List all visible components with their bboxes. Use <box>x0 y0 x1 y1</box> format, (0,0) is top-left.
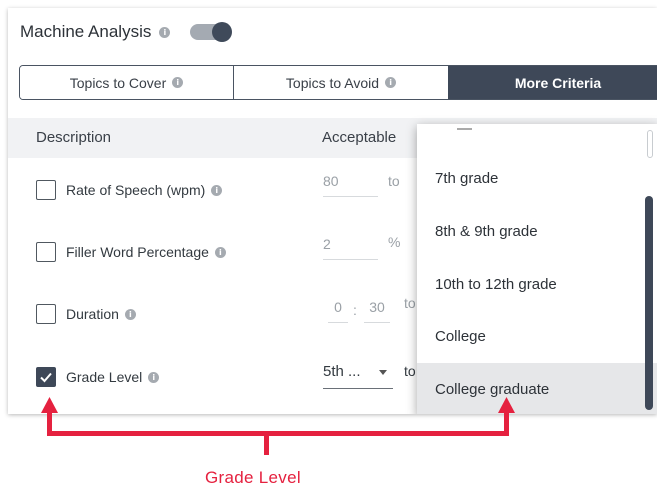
info-icon[interactable]: i <box>214 246 226 258</box>
info-icon[interactable]: i <box>211 184 223 196</box>
panel-header: Machine Analysis i <box>20 22 233 42</box>
filler-percent-input[interactable]: 2 <box>323 236 378 260</box>
toggle-knob <box>212 22 233 42</box>
criteria-tabs: Topics to Cover i Topics to Avoid i More… <box>19 65 657 100</box>
dropdown-option-selected[interactable]: College graduate <box>417 363 657 414</box>
filler-word-checkbox[interactable] <box>36 242 56 262</box>
criteria-row-grade-level: Grade Level i <box>36 365 160 389</box>
page-title: Machine Analysis <box>20 22 152 41</box>
machine-analysis-toggle[interactable] <box>190 22 233 42</box>
bracket-stem <box>264 431 269 455</box>
rate-of-speech-checkbox[interactable] <box>36 180 56 200</box>
machine-analysis-panel: Machine Analysis i Topics to Cover i Top… <box>8 8 657 414</box>
info-icon[interactable]: i <box>148 371 160 383</box>
rate-unit-to: to <box>388 173 400 189</box>
dropdown-option[interactable]: 10th to 12th grade <box>417 258 657 311</box>
bracket-bar <box>47 431 509 436</box>
info-icon[interactable]: i <box>385 77 397 88</box>
dropdown-option[interactable]: 7th grade <box>417 152 657 205</box>
column-header-description: Description <box>36 129 112 146</box>
dropdown-cut-item: — <box>457 124 472 137</box>
caret-down-icon <box>379 370 387 375</box>
info-icon[interactable]: i <box>159 26 171 38</box>
filler-unit-percent: % <box>388 234 401 250</box>
duration-seconds-input[interactable]: 30 <box>364 299 390 323</box>
grade-level-checkbox[interactable] <box>36 367 56 387</box>
row-label: Duration <box>66 306 119 322</box>
dropdown-option[interactable]: 8th & 9th grade <box>417 205 657 258</box>
criteria-row-duration: Duration i <box>36 302 136 326</box>
column-header-acceptable: Acceptable <box>322 129 397 146</box>
criteria-row-rate-of-speech: Rate of Speech (wpm) i <box>36 178 223 202</box>
scrollbar-thumb[interactable] <box>645 196 653 410</box>
criteria-row-filler-word: Filler Word Percentage i <box>36 240 226 264</box>
tab-topics-to-avoid[interactable]: Topics to Avoid i <box>234 66 448 99</box>
scrollbar-track[interactable] <box>647 130 653 158</box>
select-value: 5th ... <box>323 363 361 380</box>
grade-unit-to: to <box>404 363 416 379</box>
grade-level-min-select[interactable]: 5th ... <box>323 363 393 389</box>
checkmark-icon <box>40 372 52 383</box>
duration-separator: : <box>353 302 357 318</box>
duration-unit-to: to <box>404 295 416 311</box>
dropdown-option[interactable]: College <box>417 310 657 363</box>
row-label: Rate of Speech (wpm) <box>66 182 206 198</box>
duration-checkbox[interactable] <box>36 304 56 324</box>
tab-topics-to-cover[interactable]: Topics to Cover i <box>20 66 234 99</box>
tab-label: Topics to Avoid <box>285 74 380 91</box>
tab-label: Topics to Cover <box>69 74 167 91</box>
rate-min-input[interactable]: 80 <box>323 173 378 197</box>
tab-label: More Criteria <box>514 74 602 91</box>
duration-minutes-input[interactable]: 0 <box>328 299 348 323</box>
row-label: Filler Word Percentage <box>66 244 209 260</box>
grade-level-dropdown[interactable]: — 7th grade 8th & 9th grade 10th to 12th… <box>417 124 657 414</box>
info-icon[interactable]: i <box>172 77 184 88</box>
info-icon[interactable]: i <box>124 308 136 320</box>
annotation-label: Grade Level <box>205 468 301 487</box>
tab-more-criteria[interactable]: More Criteria <box>448 66 657 99</box>
row-label: Grade Level <box>66 369 143 385</box>
